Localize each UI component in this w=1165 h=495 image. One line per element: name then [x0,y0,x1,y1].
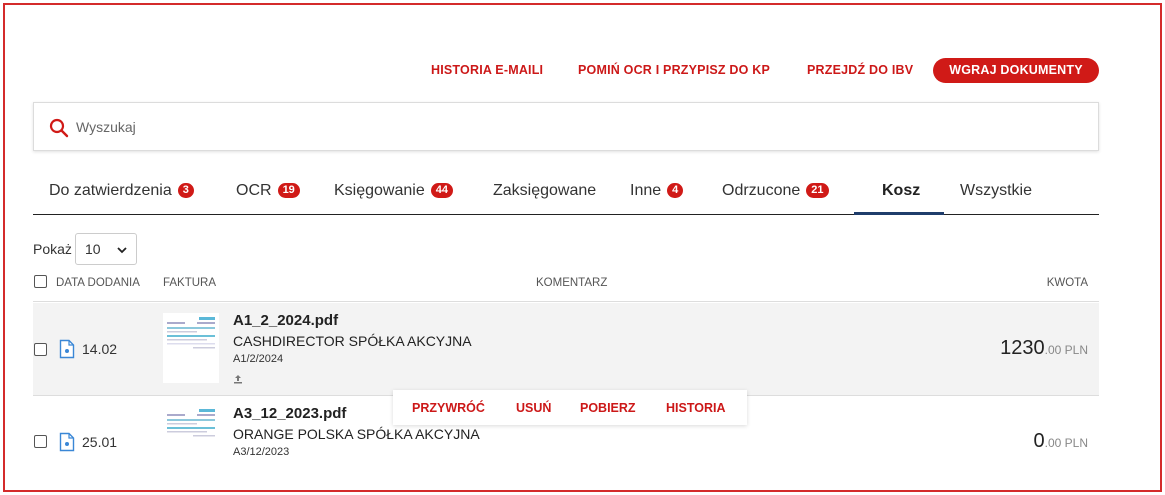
tab-label: Kosz [882,182,921,199]
document-icon[interactable] [59,432,75,452]
table-row[interactable]: 14.02 A1_2_2024.pdf CASHDIRECTOR SPÓŁKA … [33,303,1099,396]
count-badge: 19 [277,183,300,198]
tab-label: Zaksięgowane [493,182,597,199]
tab-to-approve[interactable]: Do zatwierdzenia 3 [49,182,194,200]
invoice-number: A3/12/2023 [233,446,290,458]
table-header: DATA DODANIA FAKTURA KOMENTARZ KWOTA [33,272,1099,302]
amount-main: 1230 [1000,337,1045,359]
amount: 0.00 PLN [1034,430,1088,453]
date-added: 14.02 [82,341,118,357]
amount-main: 0 [1033,430,1045,452]
tab-label: Inne [630,182,662,199]
column-invoice[interactable]: FAKTURA [163,277,216,289]
column-amount[interactable]: KWOTA [1047,277,1088,289]
tab-other[interactable]: Inne 4 [630,182,684,200]
company-name: ORANGE POLSKA SPÓŁKA AKCYJNA [233,426,480,442]
row-checkbox[interactable] [34,343,47,356]
column-comment: KOMENTARZ [536,277,608,289]
skip-ocr-link[interactable]: POMIŃ OCR I PRZYPISZ DO KP [578,63,770,77]
amount-decimals: .00 PLN [1044,343,1088,357]
active-tab-indicator [854,212,944,215]
delete-button[interactable]: USUŃ [516,401,551,415]
email-history-link[interactable]: HISTORIA E-MAILI [431,63,543,77]
file-name[interactable]: A3_12_2023.pdf [233,405,346,422]
tab-booked[interactable]: Zaksięgowane [493,182,596,200]
upload-documents-button[interactable]: WGRAJ DOKUMENTY [933,58,1099,83]
top-toolbar: HISTORIA E-MAILI POMIŃ OCR I PRZYPISZ DO… [0,58,1165,83]
tab-label: Księgowanie [334,182,425,199]
go-to-ibv-link[interactable]: PRZEJDŹ DO IBV [807,63,913,77]
count-badge: 44 [430,183,453,198]
upload-icon [234,375,242,384]
row-actions-popover: PRZYWRÓĆ USUŃ POBIERZ HISTORIA [393,390,747,425]
tab-label: Odrzucone [722,182,801,199]
restore-button[interactable]: PRZYWRÓĆ [412,401,485,415]
invoice-number: A1/2/2024 [233,353,284,365]
search-input[interactable] [76,116,1076,138]
date-added: 25.01 [82,434,118,450]
tab-accounting[interactable]: Księgowanie 44 [334,182,453,200]
tab-ocr[interactable]: OCR 19 [236,182,300,200]
company-name: CASHDIRECTOR SPÓŁKA AKCYJNA [233,333,472,349]
count-badge: 4 [667,183,684,198]
search-box [33,102,1099,151]
tab-label: Wszystkie [960,182,1032,199]
tab-label: Do zatwierdzenia [49,182,172,199]
amount-decimals: .00 PLN [1044,436,1088,450]
tab-trash[interactable]: Kosz [882,182,920,200]
row-checkbox[interactable] [34,435,47,448]
document-icon[interactable] [59,339,75,359]
history-button[interactable]: HISTORIA [666,401,726,415]
status-tabs: Do zatwierdzenia 3 OCR 19 Księgowanie 44 Za… [33,174,1099,215]
count-badge: 21 [806,183,829,198]
count-badge: 3 [177,183,194,198]
download-button[interactable]: POBIERZ [580,401,636,415]
page-size-select[interactable]: 10 [75,233,137,265]
amount: 1230.00 PLN [1000,337,1088,360]
page-size-label: Pokaż [33,241,72,257]
invoice-thumbnail[interactable] [163,313,219,383]
search-icon[interactable] [49,118,69,138]
column-date[interactable]: DATA DODANIA [56,277,140,289]
tab-label: OCR [236,182,272,199]
chevron-down-icon [117,247,127,254]
page-size-value: 10 [85,241,101,257]
tab-all[interactable]: Wszystkie [960,182,1032,200]
select-all-checkbox[interactable] [34,275,47,288]
file-name[interactable]: A1_2_2024.pdf [233,312,338,329]
invoice-thumbnail[interactable] [163,405,219,463]
tab-rejected[interactable]: Odrzucone 21 [722,182,829,200]
